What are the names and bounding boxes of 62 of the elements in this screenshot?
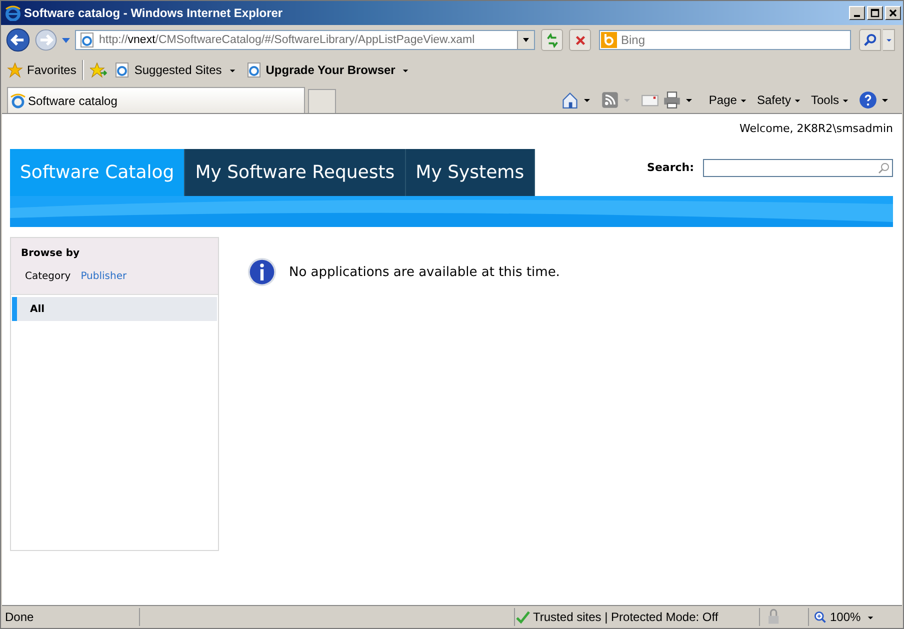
browser-tab[interactable]: Software catalog <box>7 87 305 113</box>
refresh-button[interactable] <box>541 29 563 51</box>
printer-icon[interactable] <box>662 91 681 109</box>
caret-icon[interactable] <box>582 96 591 104</box>
status-text: Done <box>5 610 35 624</box>
security-zone-text: Trusted sites | Protected Mode: Off <box>533 610 718 624</box>
search-icon <box>878 162 890 174</box>
home-icon[interactable] <box>560 91 579 109</box>
star-icon <box>7 62 23 78</box>
page-icon <box>79 32 95 48</box>
caret-icon <box>228 66 236 74</box>
zoom-button[interactable]: 100% <box>808 608 888 626</box>
nav-tab[interactable]: My Software Requests <box>185 149 406 196</box>
caret-icon <box>866 614 874 620</box>
stop-button[interactable] <box>569 29 591 51</box>
checkmark-icon <box>515 609 531 625</box>
history-dropdown-icon[interactable] <box>61 35 71 45</box>
caret-icon[interactable] <box>684 96 693 104</box>
nav-tab[interactable]: My Systems <box>406 149 536 196</box>
caret-icon <box>740 96 747 104</box>
browse-item[interactable]: All <box>12 297 217 321</box>
browser-logo-icon <box>10 92 26 108</box>
favorites-button[interactable]: Favorites <box>7 62 76 78</box>
search-icon <box>862 32 878 48</box>
address-dropdown-button[interactable] <box>517 31 534 49</box>
zoom-icon <box>813 610 827 624</box>
window-title: Software catalog - Windows Internet Explorer <box>24 6 283 20</box>
minimize-button[interactable] <box>849 6 865 20</box>
command-menu[interactable]: Tools <box>810 93 849 107</box>
close-button[interactable] <box>885 6 901 20</box>
browse-option[interactable]: Publisher <box>80 271 127 282</box>
favorites-link[interactable]: Suggested Sites <box>114 62 236 78</box>
caret-icon[interactable] <box>881 96 889 104</box>
rss-feed-icon[interactable] <box>600 91 619 109</box>
close-icon <box>888 8 898 18</box>
caret-icon <box>842 96 849 104</box>
page-icon <box>114 62 130 78</box>
help-icon[interactable] <box>859 91 877 109</box>
search-button[interactable] <box>859 29 881 51</box>
caret-icon <box>402 66 410 74</box>
maximize-button[interactable] <box>867 6 883 20</box>
bing-icon <box>601 32 617 48</box>
address-field[interactable]: http://vnext/CMSoftwareCatalog/#/SoftwareLibrary/AppListPageView.xaml <box>75 30 535 50</box>
welcome-text: Welcome, 2K8R2\smsadmin <box>739 122 893 135</box>
browse-option[interactable]: Category <box>25 271 71 282</box>
refresh-icon <box>544 32 560 48</box>
caret-icon <box>794 96 801 104</box>
browser-logo-icon <box>5 5 21 21</box>
back-button[interactable] <box>5 27 31 53</box>
browse-title: Browse by <box>21 248 81 259</box>
favorites-link[interactable]: Upgrade Your Browser <box>246 62 410 78</box>
command-menu[interactable]: Page <box>708 93 747 107</box>
maximize-icon <box>870 8 880 18</box>
search-label: Search: <box>647 161 694 174</box>
info-icon <box>247 257 277 287</box>
caret-icon <box>884 36 892 44</box>
minimize-icon <box>854 15 860 17</box>
command-menu[interactable]: Safety <box>756 93 801 107</box>
empty-message: No applications are available at this time. <box>289 264 560 280</box>
page-icon <box>246 62 262 78</box>
search-field[interactable]: Bing <box>599 30 851 50</box>
catalog-search-field[interactable] <box>703 158 893 176</box>
